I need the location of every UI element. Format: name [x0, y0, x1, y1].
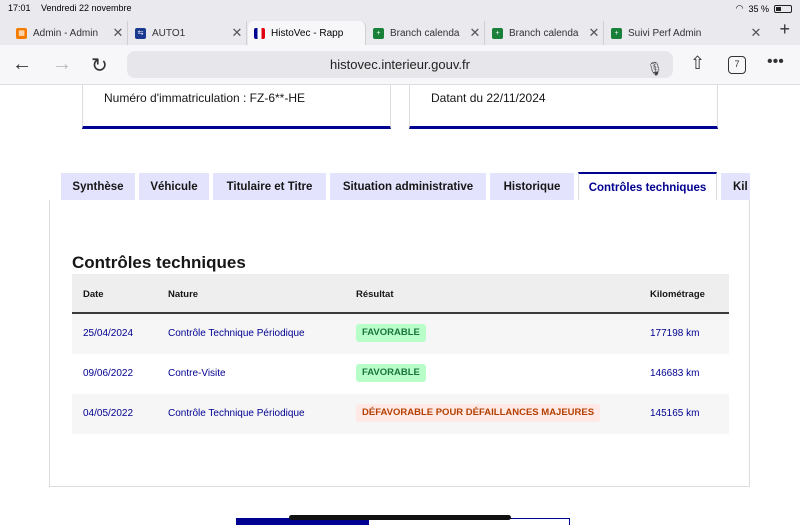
browser-tab-suivi[interactable]: + Suivi Perf Admin ✕	[605, 21, 765, 45]
browser-tab-admin[interactable]: ▦ Admin - Admin ✕	[10, 21, 128, 45]
status-time: 17:01	[8, 3, 31, 13]
registration-card: Numéro d'immatriculation : FZ-6**-HE	[82, 85, 391, 129]
battery-percent: 35 %	[748, 3, 769, 14]
table-row: 09/06/2022 Contre-Visite FAVORABLE 14668…	[72, 354, 729, 394]
browser-tab-branch-1[interactable]: + Branch calenda ✕	[367, 21, 485, 45]
controles-table: Date Nature Résultat Kilométrage 25/04/2…	[72, 274, 729, 434]
status-badge: FAVORABLE	[356, 324, 426, 342]
row-nature: Contre-Visite	[168, 368, 226, 379]
more-icon[interactable]: •••	[767, 53, 784, 71]
close-icon[interactable]: ✕	[466, 25, 484, 41]
table-header: Date Nature Résultat Kilométrage	[72, 274, 729, 314]
report-date: Datant du 22/11/2024	[431, 91, 546, 105]
url-text: histovec.interieur.gouv.fr	[330, 57, 470, 72]
address-bar[interactable]: histovec.interieur.gouv.fr 🎙	[127, 51, 673, 78]
row-km: 177198 km	[650, 328, 700, 339]
row-date: 09/06/2022	[83, 368, 134, 379]
row-km: 145165 km	[650, 408, 700, 419]
browser-tab-histovec[interactable]: HistoVec - Rapp	[248, 21, 366, 45]
table-row: 25/04/2024 Contrôle Technique Périodique…	[72, 314, 729, 354]
french-flag-icon	[254, 27, 265, 39]
section-title: Contrôles techniques	[72, 253, 246, 272]
status-bar: 17:01 Vendredi 22 novembre ◠ 35 %	[0, 0, 800, 17]
controles-panel: Contrôles techniques Date Nature Résulta…	[49, 200, 750, 487]
wifi-icon: ◠	[735, 3, 744, 13]
browser-tab-label: Admin - Admin	[33, 27, 99, 39]
header-date: Date	[83, 289, 104, 300]
tab-vehicule[interactable]: Véhicule	[139, 173, 209, 200]
microphone-icon[interactable]: 🎙	[646, 55, 663, 82]
home-indicator[interactable]	[289, 515, 511, 520]
browser-toolbar: ← → ↻ histovec.interieur.gouv.fr 🎙 ⇧ 7 •…	[0, 45, 800, 85]
registration-number: Numéro d'immatriculation : FZ-6**-HE	[104, 91, 306, 105]
battery-icon	[774, 4, 792, 13]
date-card: Datant du 22/11/2024	[409, 85, 718, 129]
share-icon[interactable]: ⇧	[690, 53, 705, 74]
browser-tab-branch-2[interactable]: + Branch calenda ✕	[486, 21, 604, 45]
tab-controles-techniques[interactable]: Contrôles techniques	[578, 172, 717, 200]
browser-tab-label: Branch calenda	[390, 27, 460, 39]
header-kilometrage: Kilométrage	[650, 289, 705, 300]
browser-tab-label: HistoVec - Rapp	[271, 27, 344, 39]
auto1-favicon-icon: ⇆	[135, 27, 146, 39]
back-arrow-icon[interactable]: ←	[12, 53, 32, 76]
browser-tab-label: Suivi Perf Admin	[628, 27, 702, 39]
status-date: Vendredi 22 novembre	[41, 3, 132, 13]
browser-tab-label: Branch calenda	[509, 27, 579, 39]
new-tab-icon[interactable]: +	[779, 19, 790, 40]
row-km: 146683 km	[650, 368, 700, 379]
table-row: 04/05/2022 Contrôle Technique Périodique…	[72, 394, 729, 434]
row-nature: Contrôle Technique Périodique	[168, 328, 305, 339]
header-resultat: Résultat	[356, 289, 394, 300]
status-badge: DÉFAVORABLE POUR DÉFAILLANCES MAJEURES	[356, 404, 601, 422]
status-badge: FAVORABLE	[356, 364, 426, 382]
sheets-icon: +	[492, 27, 503, 39]
browser-tab-auto1[interactable]: ⇆ AUTO1 ✕	[129, 21, 247, 45]
section-tabs: Synthèse Véhicule Titulaire et Titre Sit…	[61, 172, 750, 200]
sheets-icon: +	[373, 27, 384, 39]
row-date: 25/04/2024	[83, 328, 134, 339]
tab-situation-administrative[interactable]: Situation administrative	[330, 173, 486, 200]
row-date: 04/05/2022	[83, 408, 134, 419]
browser-tab-bar: ▦ Admin - Admin ✕ ⇆ AUTO1 ✕ HistoVec - R…	[0, 17, 800, 45]
admin-favicon-icon: ▦	[16, 27, 27, 39]
sheets-icon: +	[611, 27, 622, 39]
tab-synthese[interactable]: Synthèse	[61, 173, 135, 200]
close-icon[interactable]: ✕	[228, 25, 246, 41]
reload-icon[interactable]: ↻	[91, 53, 108, 78]
row-nature: Contrôle Technique Périodique	[168, 408, 305, 419]
tab-titulaire[interactable]: Titulaire et Titre	[213, 173, 326, 200]
status-right: ◠ 35 %	[736, 3, 792, 14]
close-icon[interactable]: ✕	[747, 25, 765, 41]
close-icon[interactable]: ✕	[109, 25, 127, 41]
header-nature: Nature	[168, 289, 199, 300]
close-icon[interactable]: ✕	[585, 25, 603, 41]
tab-count-button[interactable]: 7	[728, 56, 746, 74]
browser-tab-label: AUTO1	[152, 27, 186, 39]
forward-arrow-icon[interactable]: →	[52, 53, 72, 76]
tab-historique[interactable]: Historique	[490, 173, 574, 200]
tab-kilometrage[interactable]: Kil	[721, 173, 750, 200]
